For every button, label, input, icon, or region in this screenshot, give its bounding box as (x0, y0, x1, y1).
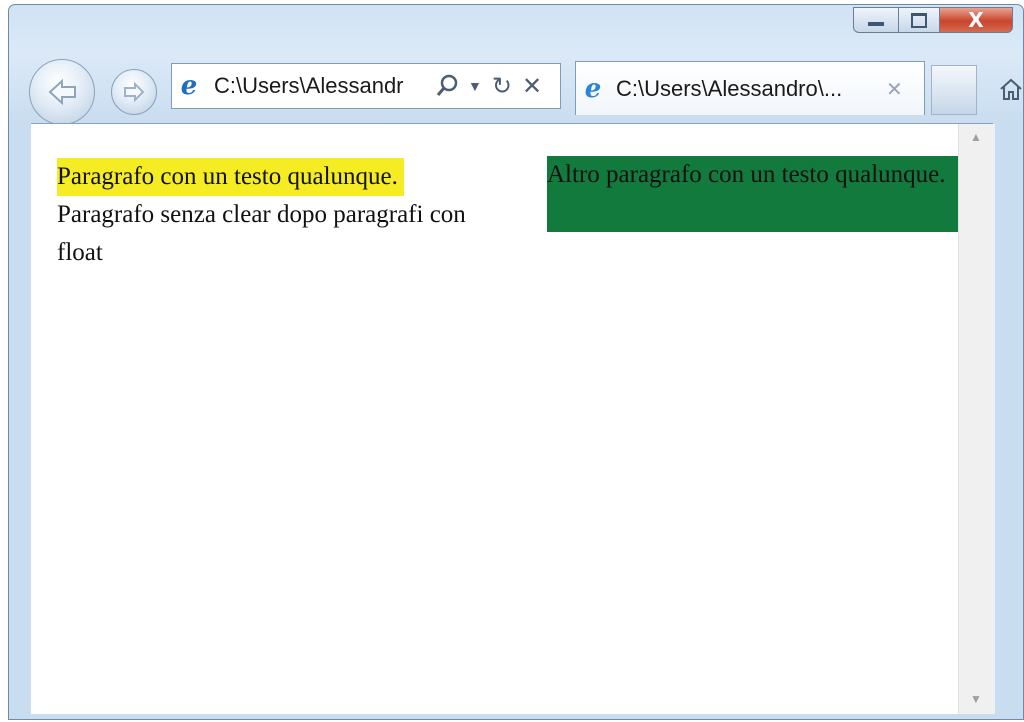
tab-title: C:\Users\Alessandro\... (616, 75, 843, 101)
forward-arrow-icon (124, 81, 145, 103)
caption-buttons: X (853, 7, 1013, 33)
dropdown-arrow-icon[interactable]: ▼ (468, 78, 482, 94)
paragraph-green: Altro paragrafo con un testo qualunque. (547, 156, 967, 232)
page-viewport: Paragrafo con un testo qualunque. Altro … (31, 123, 995, 714)
address-text[interactable]: C:\Users\Alessandr (214, 73, 426, 99)
scroll-up-icon[interactable]: ▲ (970, 130, 982, 144)
home-icon (1000, 78, 1022, 100)
ie-tab-icon: e (584, 73, 602, 104)
minimize-icon (868, 22, 884, 26)
vertical-scrollbar[interactable]: ▲ ▼ (958, 124, 995, 714)
back-button[interactable] (29, 59, 95, 125)
new-tab-button[interactable] (931, 65, 977, 115)
maximize-icon (911, 12, 927, 28)
home-button[interactable] (993, 71, 1024, 107)
paragraph-plain: Paragrafo senza clear dopo paragrafi con… (57, 201, 466, 266)
stop-icon[interactable]: ✕ (522, 72, 542, 100)
search-icon[interactable] (434, 72, 462, 100)
close-window-button[interactable]: X (939, 7, 1013, 33)
maximize-button[interactable] (898, 7, 940, 33)
address-bar[interactable]: e C:\Users\Alessandr ▼ ↻ ✕ (171, 63, 561, 109)
tab-close-icon[interactable]: ✕ (886, 77, 903, 101)
close-window-label: X (968, 8, 984, 32)
ie-page-icon: e (180, 71, 198, 101)
refresh-icon[interactable]: ↻ (492, 72, 512, 100)
back-arrow-icon (48, 78, 76, 106)
minimize-button[interactable] (853, 7, 899, 33)
scroll-down-icon[interactable]: ▼ (970, 692, 982, 706)
browser-window: X e C:\Users\Alessandr ▼ ↻ ✕ e C:\Users\… (8, 4, 1024, 720)
tab-active[interactable]: e C:\Users\Alessandro\... ✕ (575, 61, 925, 115)
forward-button[interactable] (111, 69, 157, 115)
paragraph-yellow: Paragrafo con un testo qualunque. (57, 158, 404, 196)
